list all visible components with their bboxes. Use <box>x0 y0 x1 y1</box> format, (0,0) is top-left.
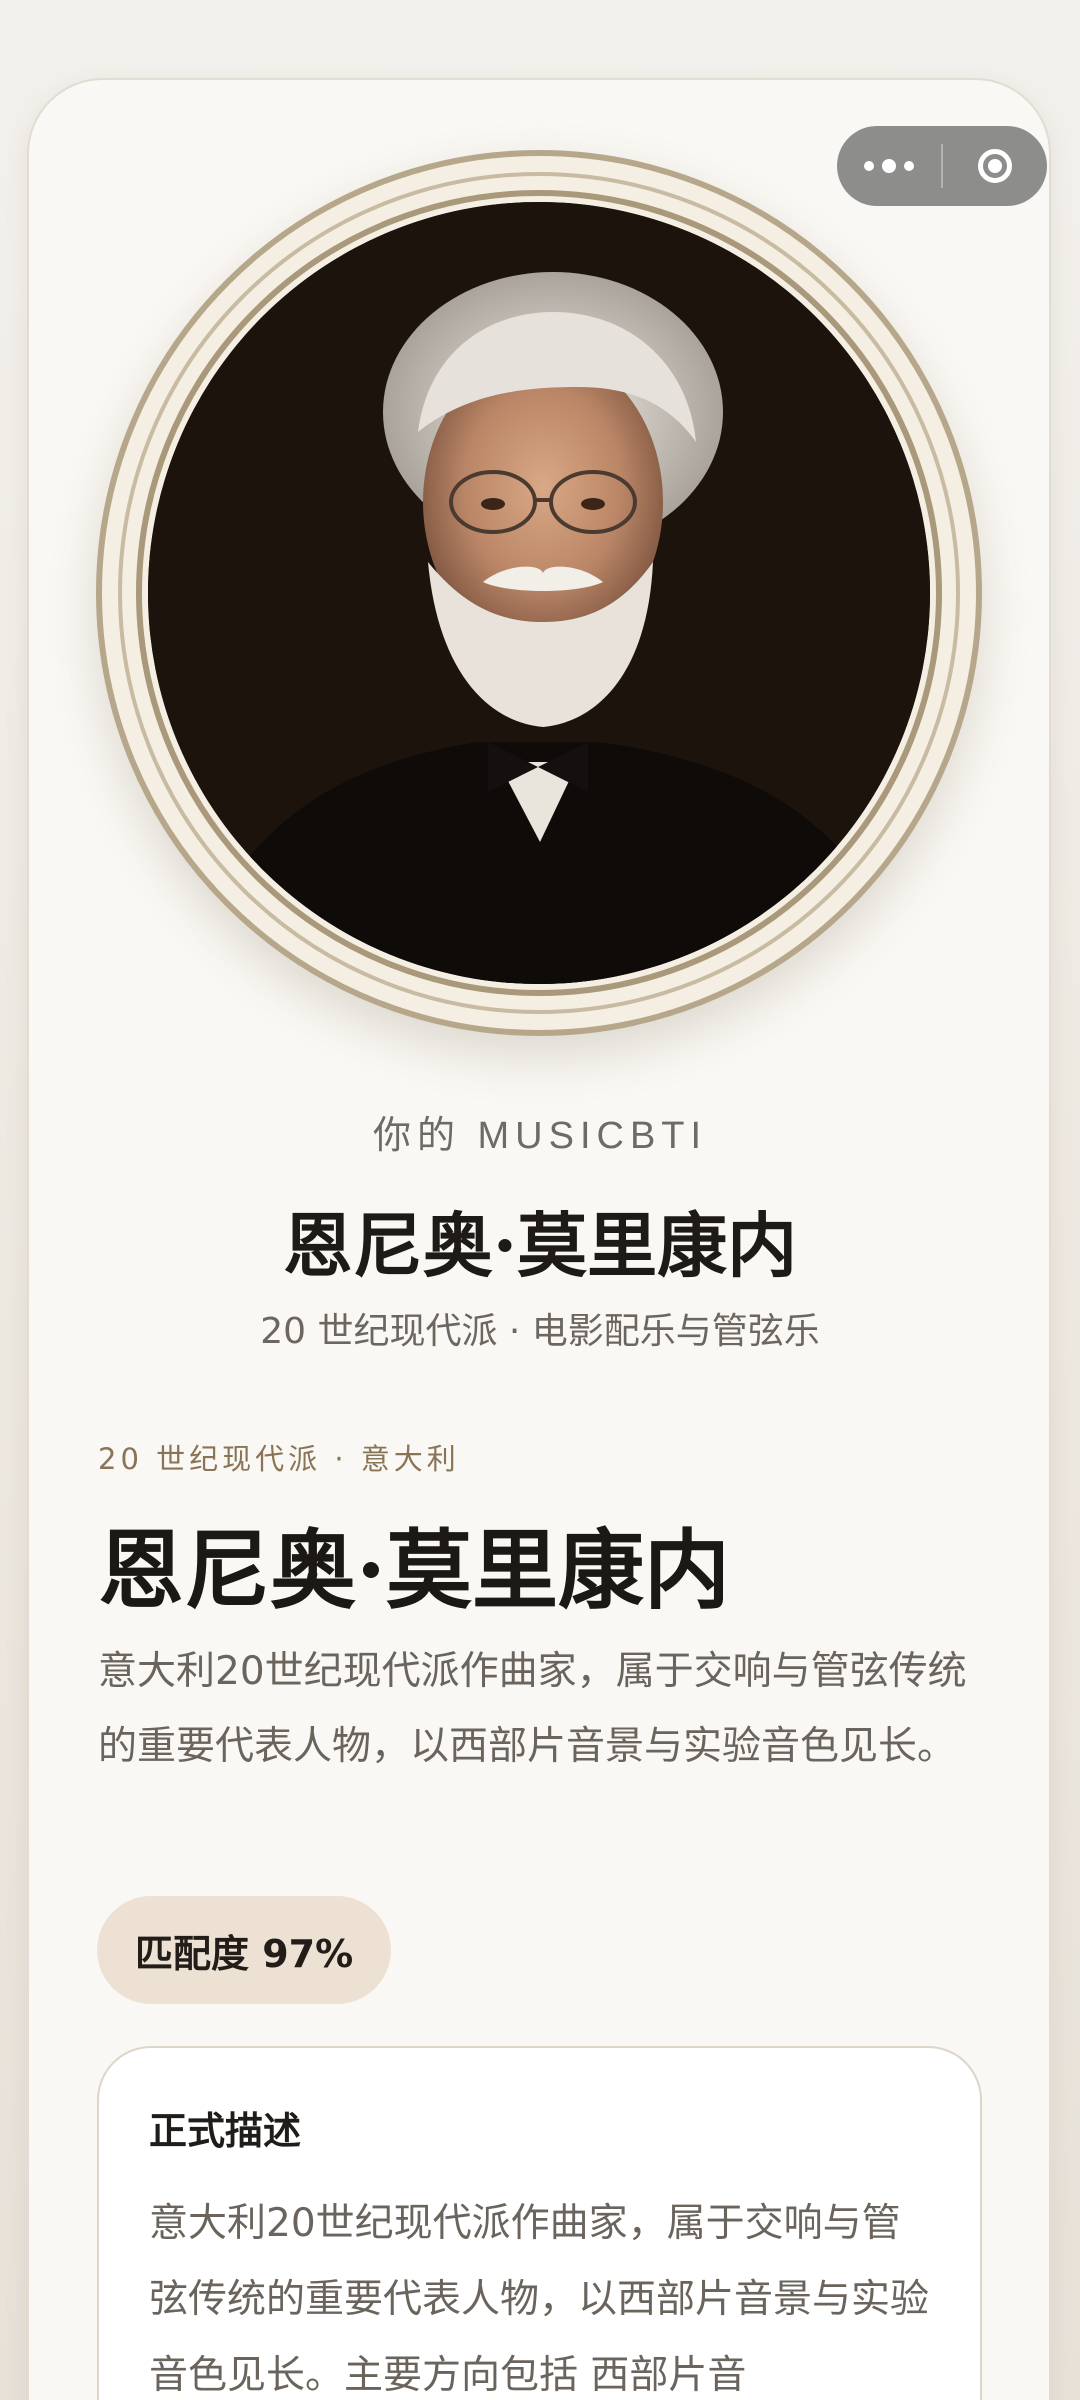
match-badge: 匹配度 97% <box>97 1896 392 2004</box>
hero-composer-name: 恩尼奥·莫里康内 <box>282 1204 798 1287</box>
composer-name: 恩尼奥·莫里康内 <box>98 1520 730 1621</box>
page: 你的 MUSICBTI 恩尼奥·莫里康内 20 世纪现代派 · 电影配乐与管弦乐… <box>0 0 1080 2400</box>
description-card: 正式描述 意大利20世纪现代派作曲家，属于交响与管弦传统的重要代表人物，以西部片… <box>97 2046 982 2400</box>
description-body: 意大利20世纪现代派作曲家，属于交响与管弦传统的重要代表人物，以西部片音景与实验… <box>149 2201 930 2398</box>
composer-portrait <box>148 202 930 984</box>
composer-intro: 意大利20世纪现代派作曲家，属于交响与管弦传统的重要代表人物，以西部片音景与实验… <box>98 1649 967 1769</box>
miniapp-capsule <box>837 126 1047 206</box>
composer-meta: 20 世纪现代派 · 意大利 <box>98 1442 460 1476</box>
close-target-icon[interactable] <box>943 126 1047 206</box>
eyebrow-label: 你的 MUSICBTI <box>372 1115 708 1157</box>
more-dots-icon[interactable] <box>837 126 941 206</box>
hero-subtitle: 20 世纪现代派 · 电影配乐与管弦乐 <box>260 1311 820 1352</box>
description-title: 正式描述 <box>149 2109 302 2153</box>
match-label: 匹配度 97% <box>135 1931 354 1976</box>
portrait-frame <box>96 150 982 1036</box>
